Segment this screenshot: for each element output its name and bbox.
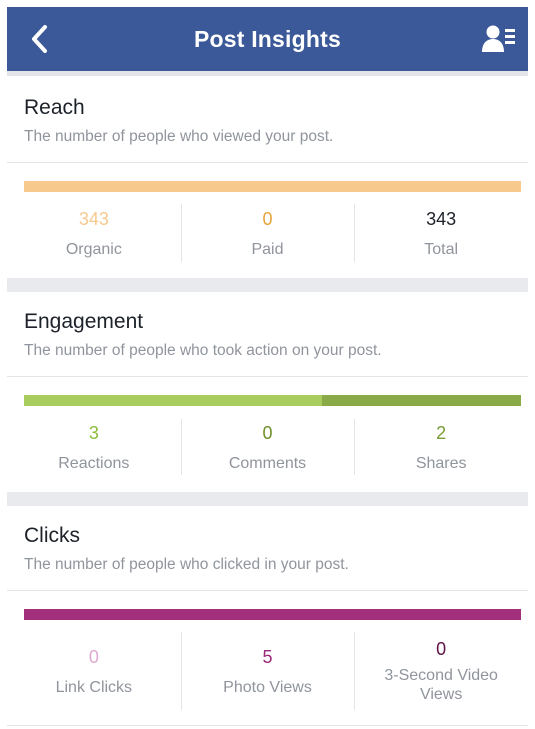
stat-value: 343 bbox=[426, 208, 457, 229]
back-button[interactable] bbox=[25, 21, 53, 57]
divider bbox=[7, 162, 528, 163]
stat-value: 5 bbox=[262, 646, 273, 667]
divider bbox=[7, 376, 528, 377]
stat-item[interactable]: 0 Link Clicks bbox=[7, 632, 181, 710]
engagement-bar bbox=[24, 395, 521, 406]
stat-label: Total bbox=[424, 240, 459, 258]
header-bar: Post Insights bbox=[7, 7, 528, 71]
section-title: Reach bbox=[24, 96, 85, 119]
stat-item[interactable]: 0 Comments bbox=[180, 419, 355, 475]
stat-label: Link Clicks bbox=[55, 678, 133, 696]
bar-segment bbox=[24, 181, 521, 192]
bar-segment bbox=[24, 609, 521, 620]
stat-value: 343 bbox=[78, 208, 109, 229]
stat-value: 0 bbox=[262, 422, 273, 443]
stat-item[interactable]: 0 Paid bbox=[180, 204, 355, 262]
engagement-section: Engagement The number of people who took… bbox=[7, 292, 528, 492]
stat-value: 2 bbox=[436, 422, 447, 443]
stat-label: 3-Second Video Views bbox=[384, 667, 498, 703]
stat-label: Comments bbox=[228, 454, 307, 472]
stat-item[interactable]: 3 Reactions bbox=[7, 419, 181, 475]
stat-item[interactable]: 5 Photo Views bbox=[180, 632, 355, 710]
engagement-stats: 3 Reactions 0 Comments 2 Shares bbox=[7, 419, 528, 475]
section-description: The number of people who took action on … bbox=[24, 342, 382, 359]
section-description: The number of people who viewed your pos… bbox=[24, 128, 334, 145]
profile-list-button[interactable] bbox=[482, 21, 516, 57]
stat-value: 0 bbox=[262, 208, 273, 229]
section-description: The number of people who clicked in your… bbox=[24, 556, 349, 573]
bar-segment bbox=[322, 395, 521, 406]
stat-value: 0 bbox=[88, 646, 99, 667]
clicks-stats: 0 Link Clicks 5 Photo Views 0 3-Second Video … bbox=[7, 632, 528, 710]
person-list-icon bbox=[482, 25, 515, 52]
stat-label: Shares bbox=[415, 454, 467, 472]
clicks-bar bbox=[24, 609, 521, 620]
reach-bar bbox=[24, 181, 521, 192]
section-title: Engagement bbox=[24, 310, 144, 333]
stat-label: Reactions bbox=[58, 454, 130, 472]
stat-label: Photo Views bbox=[223, 678, 312, 696]
stat-item[interactable]: 0 3-Second Video Views bbox=[354, 632, 528, 710]
section-title: Clicks bbox=[24, 524, 80, 547]
stat-item[interactable]: 343 Organic bbox=[7, 204, 181, 262]
reach-section: Reach The number of people who viewed yo… bbox=[7, 76, 528, 278]
stat-label: Organic bbox=[65, 240, 122, 258]
stat-item[interactable]: 2 Shares bbox=[354, 419, 528, 475]
clicks-section: Clicks The number of people who clicked … bbox=[7, 506, 528, 729]
divider bbox=[7, 590, 528, 591]
reach-stats: 343 Organic 0 Paid 343 Total bbox=[7, 204, 528, 262]
chevron-left-icon bbox=[32, 25, 47, 53]
section-gap bbox=[7, 492, 528, 506]
page-title: Post Insights bbox=[193, 25, 341, 52]
divider bbox=[7, 725, 528, 726]
section-gap bbox=[7, 278, 528, 292]
bar-segment bbox=[24, 395, 323, 406]
stat-item[interactable]: 343 Total bbox=[354, 204, 528, 262]
stat-value: 0 bbox=[436, 639, 447, 659]
stat-label: Paid bbox=[251, 240, 284, 258]
stat-value: 3 bbox=[88, 422, 99, 443]
